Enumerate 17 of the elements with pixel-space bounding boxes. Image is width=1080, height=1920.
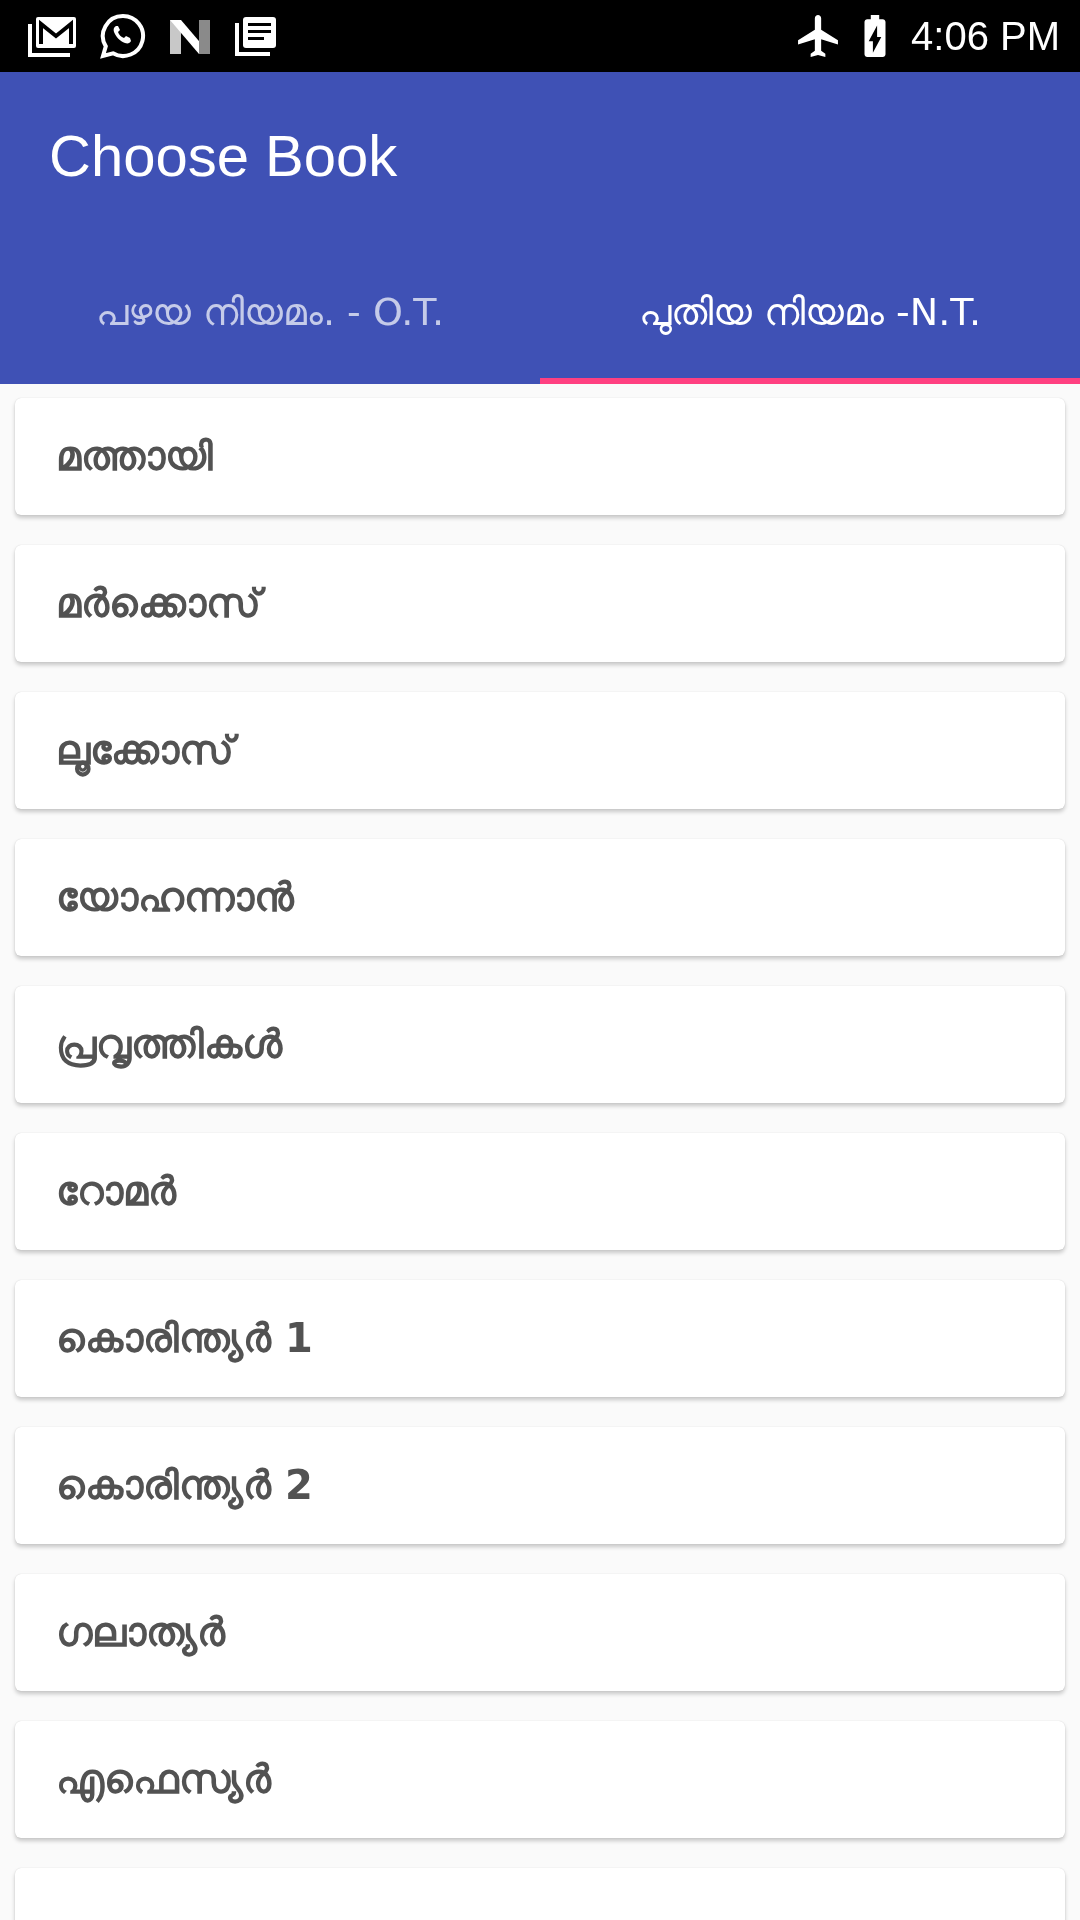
book-item[interactable]: ഗലാത്യർ [15, 1574, 1065, 1691]
book-item[interactable]: കൊരിന്ത്യർ 1 [15, 1280, 1065, 1397]
newspaper-icon [234, 15, 278, 57]
status-time: 4:06 PM [911, 16, 1060, 56]
chat-phone-icon [100, 13, 146, 59]
book-item[interactable]: പ്രവൃത്തികൾ [15, 986, 1065, 1103]
book-item[interactable]: റോമർ [15, 1133, 1065, 1250]
book-item[interactable]: ലൂക്കോസ് [15, 692, 1065, 809]
book-item[interactable]: യോഹന്നാൻ [15, 839, 1065, 956]
mail-icon [28, 15, 78, 57]
app-title: Choose Book [49, 122, 398, 191]
book-item[interactable]: മർക്കൊസ് [15, 545, 1065, 662]
book-item[interactable]: എഫെസ്യർ [15, 1721, 1065, 1838]
tab[interactable]: പഴയ നിയമം. - O.T. [0, 240, 540, 384]
tab[interactable]: പുതിയ നിയമം -N.T. [540, 240, 1080, 384]
book-item[interactable]: മത്തായി [15, 398, 1065, 515]
book-item[interactable]: കൊരിന്ത്യർ 2 [15, 1427, 1065, 1544]
